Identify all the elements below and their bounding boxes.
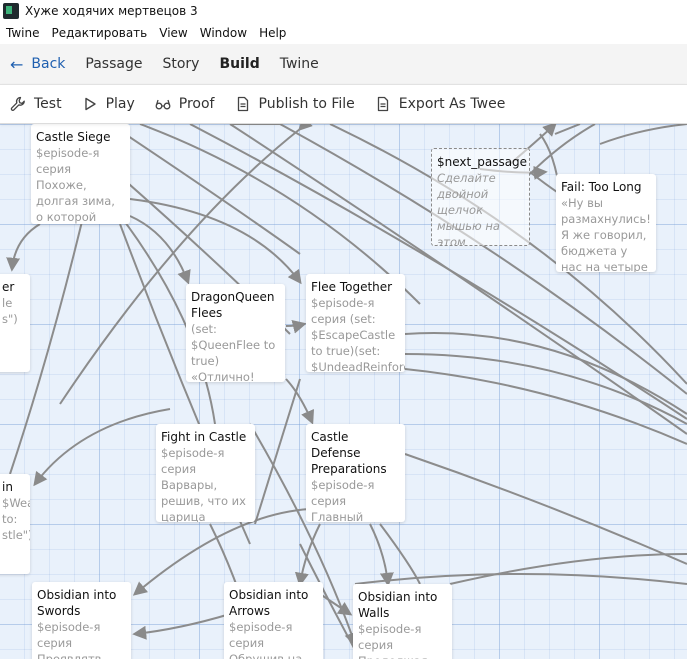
passage-title: Obsidian into Walls <box>358 590 438 620</box>
passage-obsidian-arrows[interactable]: Obsidian into Arrows $episode-я серия Об… <box>224 582 323 659</box>
twine-window: Хуже ходячих мертвецов 3 Twine Редактиро… <box>0 0 687 659</box>
passage-excerpt: $episode-я серия Похоже, долгая зима, о … <box>36 146 115 224</box>
passage-obsidian-walls[interactable]: Obsidian into Walls $episode-я серия Про… <box>353 584 452 659</box>
menu-twine[interactable]: Twine <box>0 22 45 44</box>
passage-excerpt: «Ну вы размахнулись! Я же говорил, бюдже… <box>561 196 651 272</box>
menu-edit[interactable]: Редактировать <box>45 22 153 44</box>
test-label: Test <box>34 96 62 112</box>
passage-flee-together[interactable]: Flee Together $episode-я серия (set: $Es… <box>306 274 405 372</box>
arrow-left-icon: ← <box>10 54 24 74</box>
passage-castle-siege[interactable]: Castle Siege $episode-я серия Похоже, до… <box>31 124 130 224</box>
menu-window[interactable]: Window <box>194 22 253 44</box>
top-navigation: ← Back Passage Story Build Twine <box>0 44 687 84</box>
story-map[interactable]: Castle Siege $episode-я серия Похоже, до… <box>0 124 687 659</box>
tab-twine[interactable]: Twine <box>270 44 329 84</box>
passage-title: Obsidian into Arrows <box>229 588 309 618</box>
tab-story[interactable]: Story <box>152 44 209 84</box>
test-button[interactable]: Test <box>0 84 72 124</box>
passage-title: Obsidian into Swords <box>37 588 117 618</box>
passage-title: Flee Together <box>311 280 393 294</box>
passage-left-mid[interactable]: in $Weak to: stle") <box>0 474 30 574</box>
passage-title: in <box>2 480 13 494</box>
menu-help[interactable]: Help <box>253 22 292 44</box>
passage-castle-defense[interactable]: Castle Defense Preparations $episode-я с… <box>306 424 405 522</box>
passage-excerpt: (set: $QueenFlee to true) «Отлично! Неож… <box>191 322 276 382</box>
tab-build[interactable]: Build <box>209 44 269 84</box>
passage-excerpt: $episode-я серия Обрушив на <box>229 620 303 659</box>
passage-title: er <box>2 280 15 294</box>
tab-passage[interactable]: Passage <box>75 44 152 84</box>
title-bar: Хуже ходячих мертвецов 3 <box>0 0 687 22</box>
passage-excerpt: Сделайте двойной щелчок мышью на этом <box>437 171 500 246</box>
play-icon <box>82 96 98 112</box>
file-icon <box>235 96 251 112</box>
passage-title: Fight in Castle <box>161 430 247 444</box>
proof-label: Proof <box>178 96 215 112</box>
publish-label: Publish to File <box>258 96 355 112</box>
back-label: Back <box>31 56 66 72</box>
play-button[interactable]: Play <box>72 84 145 124</box>
passage-obsidian-swords[interactable]: Obsidian into Swords $episode-я серия Пр… <box>32 582 131 659</box>
export-twee-button[interactable]: Export As Twee <box>365 84 516 124</box>
file-export-icon <box>375 96 391 112</box>
app-icon <box>3 3 19 19</box>
passage-left-top[interactable]: er le s") <box>0 274 30 372</box>
menu-view[interactable]: View <box>153 22 193 44</box>
passage-title: Castle Defense Preparations <box>311 430 387 476</box>
passage-excerpt: $episode-я серия Варвары, решив, что их … <box>161 446 246 522</box>
passage-title: Fail: Too Long <box>561 180 642 194</box>
passage-excerpt: $Weak to: stle") <box>2 496 30 542</box>
passage-excerpt: $episode-я серия (set: $EscapeCastle to … <box>311 296 405 372</box>
menu-bar: Twine Редактировать View Window Help <box>0 22 687 44</box>
passage-title: DragonQueen Flees <box>191 290 275 320</box>
proof-button[interactable]: Proof <box>145 84 225 124</box>
publish-button[interactable]: Publish to File <box>225 84 365 124</box>
export-label: Export As Twee <box>398 96 506 112</box>
passage-title: Castle Siege <box>36 130 111 144</box>
passage-fail-too-long[interactable]: Fail: Too Long «Ну вы размахнулись! Я же… <box>556 174 656 272</box>
build-toolbar: Test Play Proof Publish to File Export A… <box>0 84 687 124</box>
wrench-icon <box>10 96 26 112</box>
passage-dragonqueen-flees[interactable]: DragonQueen Flees (set: $QueenFlee to tr… <box>186 284 285 382</box>
play-label: Play <box>105 96 135 112</box>
passage-fight-in-castle[interactable]: Fight in Castle $episode-я серия Варвары… <box>156 424 255 522</box>
passage-next-passage[interactable]: $next_passage Сделайте двойной щелчок мы… <box>431 148 530 246</box>
passage-title: $next_passage <box>437 155 528 169</box>
passage-excerpt: $episode-я серия Главный вопрос, встающи… <box>311 478 375 522</box>
passage-excerpt: $episode-я серия Продолжая <box>358 622 428 659</box>
window-title: Хуже ходячих мертвецов 3 <box>25 4 198 18</box>
glasses-icon <box>155 96 171 112</box>
back-button[interactable]: ← Back <box>0 44 75 84</box>
passage-excerpt: le s") <box>2 296 18 326</box>
passage-excerpt: $episode-я серия Проявлятв <box>37 620 102 659</box>
